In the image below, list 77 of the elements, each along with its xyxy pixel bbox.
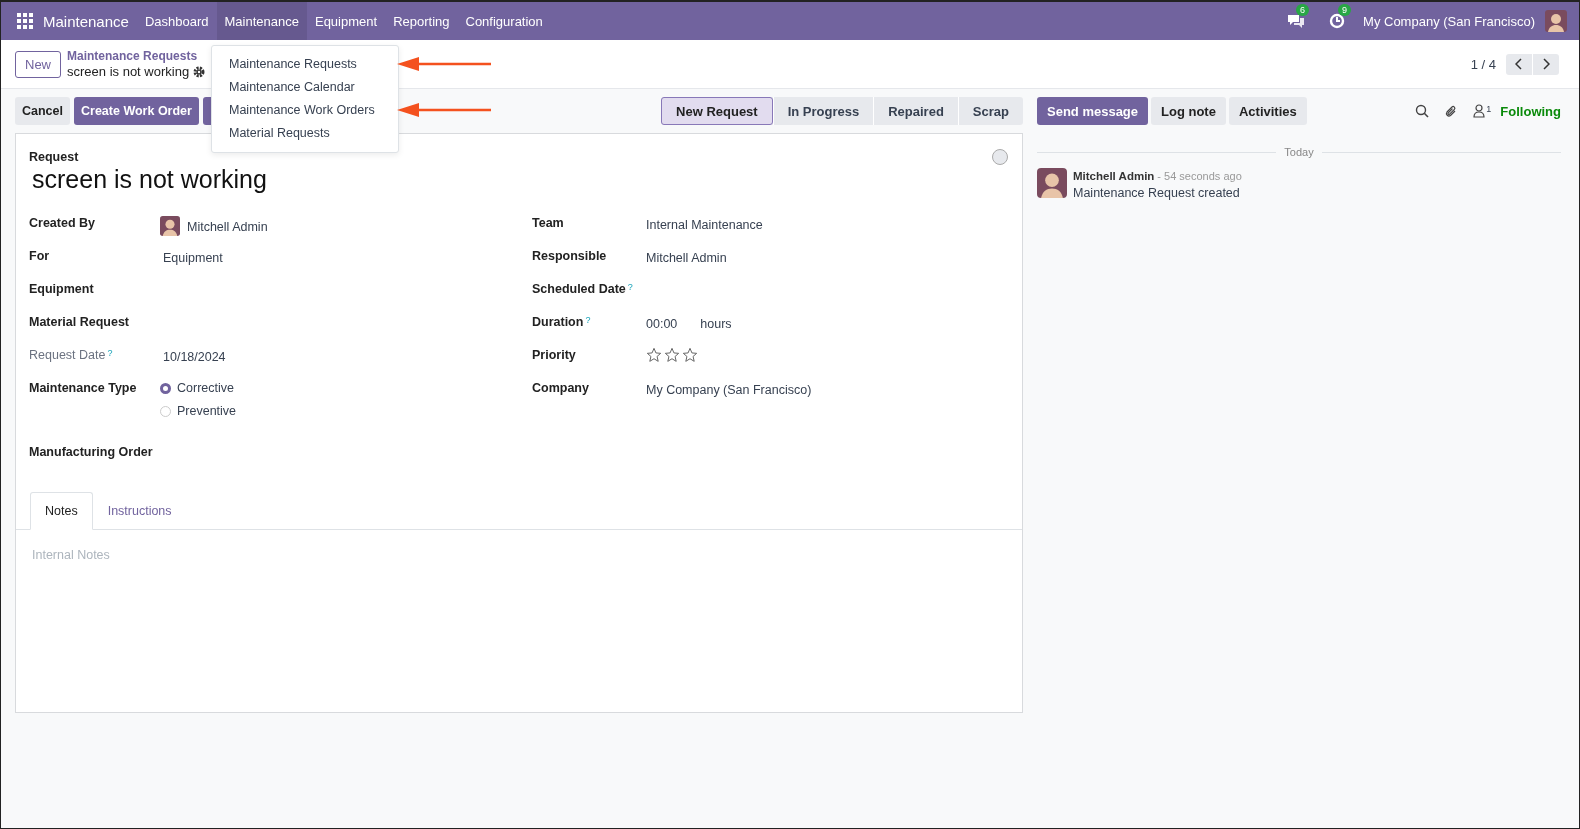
field-value[interactable]: Mitchell Admin <box>646 249 727 265</box>
settings-icon[interactable] <box>193 65 206 78</box>
menu-item[interactable]: Configuration <box>457 2 551 40</box>
user-avatar-icon <box>160 216 180 236</box>
field-label: Manufacturing Order <box>29 445 153 459</box>
app-grid-icon[interactable] <box>17 13 33 29</box>
dropdown-item[interactable]: Maintenance Requests <box>212 53 398 76</box>
star-icon[interactable] <box>646 346 662 363</box>
field-value[interactable]: Equipment <box>160 249 223 265</box>
field-value[interactable]: 00:00 <box>646 315 678 331</box>
field-label: Team <box>532 216 564 230</box>
status-dot[interactable] <box>992 149 1008 165</box>
activity-count-badge: 9 <box>1338 4 1352 16</box>
field-label: Material Request <box>29 315 130 329</box>
field-label: Scheduled Date <box>532 282 626 296</box>
clock-icon[interactable] <box>1329 13 1346 29</box>
chevron-right-icon <box>1542 58 1550 70</box>
app-name[interactable]: Maintenance <box>43 12 129 30</box>
field-label: Equipment <box>29 282 94 296</box>
radio-option[interactable]: Corrective <box>160 381 237 395</box>
chatter-button[interactable]: Send message <box>1037 97 1149 125</box>
menu-item[interactable]: Equipment <box>306 2 386 40</box>
date-separator: Today <box>1284 146 1314 158</box>
stage-button[interactable]: Scrap <box>957 97 1023 125</box>
tab[interactable]: Instructions <box>92 492 187 530</box>
pager-counter: 1 / 4 <box>1470 56 1496 72</box>
message-count-badge: 6 <box>1296 4 1310 16</box>
next-button[interactable] <box>1533 53 1559 75</box>
user-avatar-icon <box>1037 168 1067 198</box>
field-label: For <box>29 249 50 263</box>
stage-button[interactable]: Repaired <box>873 97 958 125</box>
company-switcher[interactable]: My Company (San Francisco) <box>1363 13 1535 29</box>
following-button[interactable]: Following <box>1500 103 1561 119</box>
field-label: Created By <box>29 216 95 230</box>
stage-button[interactable]: New Request <box>661 97 773 125</box>
field-label: Request Date <box>29 348 106 362</box>
follower-count: 1 <box>1486 104 1492 114</box>
chatter-button[interactable]: Activities <box>1228 97 1307 125</box>
field-value[interactable]: 10/18/2024 <box>160 348 226 364</box>
person-icon[interactable] <box>1473 104 1486 118</box>
new-button[interactable]: New <box>15 50 61 78</box>
menu-item[interactable]: Maintenance <box>216 2 307 40</box>
star-icon[interactable] <box>664 346 680 363</box>
field-label: Maintenance Type <box>29 381 137 395</box>
previous-button[interactable] <box>1506 53 1532 75</box>
message-time: - 54 seconds ago <box>1157 170 1242 182</box>
field-label: Priority <box>532 348 576 362</box>
radio-option[interactable]: Preventive <box>160 404 237 418</box>
search-icon[interactable] <box>1415 104 1430 118</box>
field-label: Request <box>29 150 79 164</box>
user-avatar-icon[interactable] <box>1545 10 1567 32</box>
star-icon[interactable] <box>682 346 698 363</box>
stage-button[interactable]: In Progress <box>772 97 874 125</box>
dropdown-item[interactable]: Material Requests <box>212 122 398 145</box>
tab[interactable]: Notes <box>30 492 93 530</box>
action-button[interactable]: Create Work Order <box>74 97 199 125</box>
message-author: Mitchell Admin <box>1073 170 1155 182</box>
action-button[interactable]: Cancel <box>15 97 70 125</box>
field-value[interactable]: My Company (San Francisco) <box>646 381 812 397</box>
chevron-left-icon <box>1515 58 1523 70</box>
breadcrumb-link[interactable]: Maintenance Requests <box>67 49 206 64</box>
field-label: Duration <box>532 315 584 329</box>
menu-item[interactable]: Reporting <box>385 2 458 40</box>
breadcrumb-current: screen is not working <box>67 64 190 79</box>
request-title[interactable]: screen is not working <box>16 164 267 194</box>
field-label: Company <box>532 381 589 395</box>
dropdown-item[interactable]: Maintenance Work Orders <box>212 99 398 122</box>
field-value[interactable]: Internal Maintenance <box>646 216 763 232</box>
radio-icon[interactable] <box>160 382 171 394</box>
dropdown-item[interactable]: Maintenance Calendar <box>212 76 398 99</box>
field-value[interactable]: Mitchell Admin <box>187 218 268 234</box>
unit-label: hours <box>700 316 732 331</box>
message-text: Maintenance Request created <box>1073 186 1241 200</box>
field-label: Responsible <box>532 249 607 263</box>
menu-item[interactable]: Dashboard <box>136 2 217 40</box>
chat-icon[interactable] <box>1287 13 1306 29</box>
chatter-button[interactable]: Log note <box>1151 97 1226 125</box>
